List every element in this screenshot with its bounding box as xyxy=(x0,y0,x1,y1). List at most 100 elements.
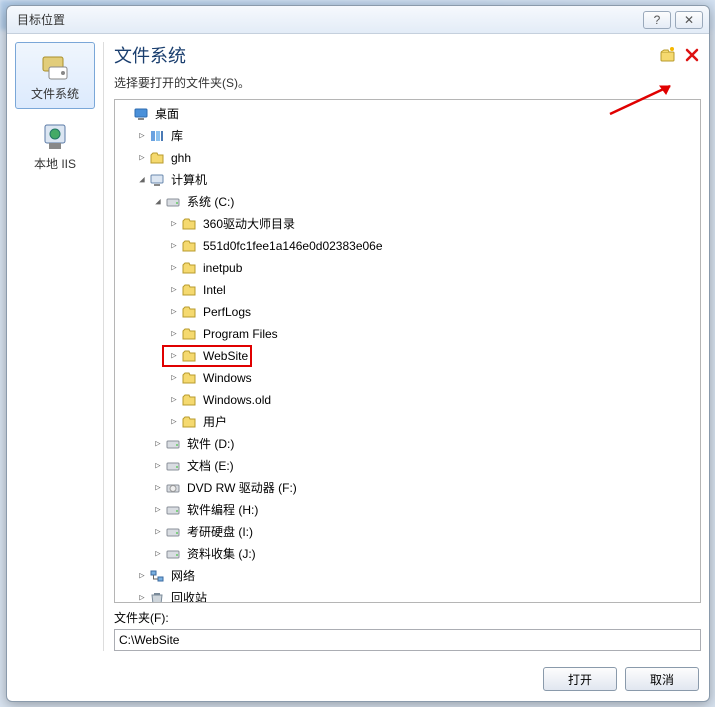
help-button[interactable]: ? xyxy=(643,11,671,29)
expand-icon[interactable]: ▷ xyxy=(135,588,149,603)
panel-title: 文件系统 xyxy=(114,42,186,68)
cancel-button[interactable]: 取消 xyxy=(625,667,699,691)
tree-node-recycle[interactable]: ▷ 回收站 xyxy=(115,588,700,603)
folder-tree[interactable]: ▷桌面▷库▷ghh◢计算机◢系统 (C:)▷360驱动大师目录▷551d0fc1… xyxy=(114,99,701,603)
tree-node-label: 360驱动大师目录 xyxy=(201,214,297,234)
expand-icon[interactable]: ▷ xyxy=(167,214,181,234)
new-folder-button[interactable] xyxy=(659,46,677,64)
expand-icon[interactable]: ▷ xyxy=(151,478,165,498)
tree-node-label: 系统 (C:) xyxy=(185,192,236,212)
drive-icon xyxy=(165,458,181,474)
tree-node-folder-6[interactable]: ▷ WebSite xyxy=(115,346,700,366)
expand-icon[interactable]: ▷ xyxy=(135,566,149,586)
folder-icon xyxy=(181,282,197,298)
collapse-icon[interactable]: ◢ xyxy=(135,170,149,190)
arrow-annotation xyxy=(600,80,700,120)
expand-icon[interactable]: ▷ xyxy=(151,544,165,564)
tree-node-label: WebSite xyxy=(201,346,250,366)
expand-icon[interactable]: ▷ xyxy=(167,236,181,256)
dvd-icon xyxy=(165,480,181,496)
sidebar-item-filesystem[interactable]: 文件系统 xyxy=(15,42,95,109)
expand-icon[interactable]: ▷ xyxy=(151,500,165,520)
tree-node-computer[interactable]: ◢ 计算机 xyxy=(115,170,700,190)
recycle-icon xyxy=(149,590,165,603)
tree-node-label: inetpub xyxy=(201,258,244,278)
folder-icon xyxy=(181,370,197,386)
tree-node-folder-8[interactable]: ▷ Windows.old xyxy=(115,390,700,410)
tree-node-drive-f[interactable]: ▷ DVD RW 驱动器 (F:) xyxy=(115,478,700,498)
library-icon xyxy=(149,128,165,144)
expand-icon[interactable]: ▷ xyxy=(167,280,181,300)
expand-icon[interactable]: ▷ xyxy=(135,126,149,146)
tree-node-label: Windows.old xyxy=(201,390,273,410)
folder-icon xyxy=(181,238,197,254)
iis-icon xyxy=(39,121,71,153)
tree-node-ghh[interactable]: ▷ghh xyxy=(115,148,700,168)
expand-icon[interactable]: ▷ xyxy=(167,368,181,388)
tree-node-label: DVD RW 驱动器 (F:) xyxy=(185,478,299,498)
drive-icon xyxy=(165,524,181,540)
expand-icon[interactable]: ▷ xyxy=(167,258,181,278)
folder-icon xyxy=(181,414,197,430)
folder-icon xyxy=(181,260,197,276)
source-sidebar: 文件系统 本地 IIS xyxy=(15,42,95,651)
folder-icon xyxy=(181,304,197,320)
new-folder-icon xyxy=(660,47,676,63)
tree-node-folder-9[interactable]: ▷ 用户 xyxy=(115,412,700,432)
tree-node-folder-3[interactable]: ▷Intel xyxy=(115,280,700,300)
drive-icon xyxy=(165,502,181,518)
window-title: 目标位置 xyxy=(17,11,65,28)
tree-node-label: 考研硬盘 (I:) xyxy=(185,522,255,542)
folder-icon xyxy=(181,216,197,232)
tree-node-drive-e[interactable]: ▷ 文档 (E:) xyxy=(115,456,700,476)
tree-node-label: 计算机 xyxy=(169,170,209,190)
drive-icon xyxy=(165,194,181,210)
folder-path-input[interactable] xyxy=(114,629,701,651)
tree-node-drive-d[interactable]: ▷ 软件 (D:) xyxy=(115,434,700,454)
collapse-icon[interactable]: ◢ xyxy=(151,192,165,212)
expand-icon[interactable]: ▷ xyxy=(135,148,149,168)
expand-icon[interactable]: ▷ xyxy=(167,346,181,366)
folder-icon xyxy=(149,150,165,166)
tree-node-folder-0[interactable]: ▷ 360驱动大师目录 xyxy=(115,214,700,234)
tree-node-drive-c[interactable]: ◢ 系统 (C:) xyxy=(115,192,700,212)
tree-node-label: 回收站 xyxy=(169,588,209,603)
delete-button[interactable] xyxy=(683,46,701,64)
sidebar-item-label: 文件系统 xyxy=(31,85,79,102)
tree-node-network[interactable]: ▷网络 xyxy=(115,566,700,586)
tree-node-drive-i[interactable]: ▷ 考研硬盘 (I:) xyxy=(115,522,700,542)
filesystem-icon xyxy=(39,51,71,83)
tree-node-folder-4[interactable]: ▷ PerfLogs xyxy=(115,302,700,322)
tree-node-label: 桌面 xyxy=(153,104,181,124)
tree-node-label: PerfLogs xyxy=(201,302,253,322)
tree-node-label: 软件 (D:) xyxy=(185,434,236,454)
expand-icon[interactable]: ▷ xyxy=(151,434,165,454)
expand-icon[interactable]: ▷ xyxy=(167,390,181,410)
folder-icon xyxy=(181,348,197,364)
expand-icon[interactable]: ▷ xyxy=(167,412,181,432)
close-button[interactable]: ✕ xyxy=(675,11,703,29)
folder-icon xyxy=(181,392,197,408)
tree-node-label: Windows xyxy=(201,368,254,388)
tree-node-folder-7[interactable]: ▷ Windows xyxy=(115,368,700,388)
tree-node-label: 用户 xyxy=(201,412,229,432)
tree-node-drive-h[interactable]: ▷软件编程 (H:) xyxy=(115,500,700,520)
tree-node-label: 资料收集 (J:) xyxy=(185,544,258,564)
computer-icon xyxy=(149,172,165,188)
tree-node-folder-1[interactable]: ▷551d0fc1fee1a146e0d02383e06e xyxy=(115,236,700,256)
sidebar-item-local-iis[interactable]: 本地 IIS xyxy=(15,113,95,178)
drive-icon xyxy=(165,546,181,562)
expand-icon[interactable]: ▷ xyxy=(151,456,165,476)
expand-icon[interactable]: ▷ xyxy=(151,522,165,542)
tree-node-library[interactable]: ▷库 xyxy=(115,126,700,146)
tree-node-label: 文档 (E:) xyxy=(185,456,236,476)
sidebar-item-label: 本地 IIS xyxy=(34,155,76,172)
delete-icon xyxy=(684,47,700,63)
expand-icon[interactable]: ▷ xyxy=(167,324,181,344)
folder-path-label: 文件夹(F): xyxy=(114,609,701,626)
tree-node-folder-5[interactable]: ▷Program Files xyxy=(115,324,700,344)
tree-node-drive-j[interactable]: ▷ 资料收集 (J:) xyxy=(115,544,700,564)
expand-icon[interactable]: ▷ xyxy=(167,302,181,322)
tree-node-folder-2[interactable]: ▷ inetpub xyxy=(115,258,700,278)
open-button[interactable]: 打开 xyxy=(543,667,617,691)
